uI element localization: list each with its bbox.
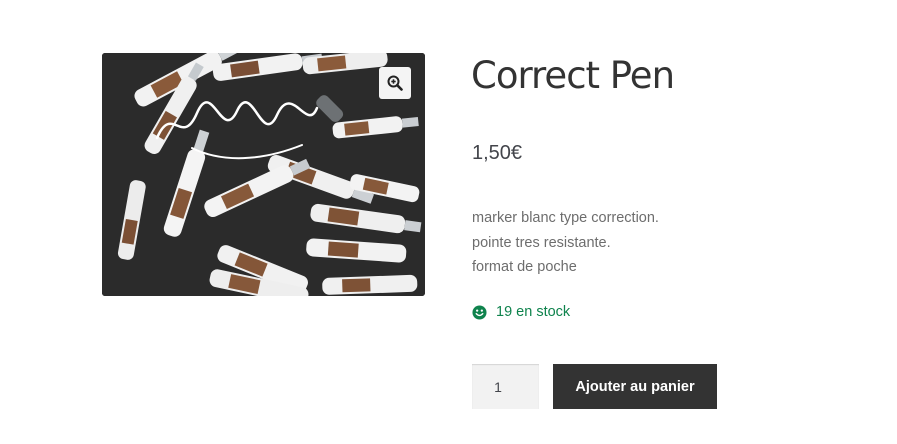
stock-text: 19 en stock (496, 304, 571, 320)
product-title: Correct Pen (471, 54, 675, 97)
magnifier-zoom-icon (387, 75, 403, 91)
quantity-input[interactable] (472, 364, 539, 409)
product-image[interactable] (102, 53, 425, 296)
product-description: marker blanc type correction. pointe tre… (472, 206, 659, 280)
stock-status: 19 en stock (472, 304, 570, 320)
description-line: pointe tres resistante. (472, 234, 611, 251)
description-line: marker blanc type correction. (472, 210, 659, 226)
zoom-button[interactable] (379, 67, 411, 99)
product-price: 1,50€ (472, 142, 523, 164)
add-to-cart-button[interactable]: Ajouter au panier (553, 364, 717, 409)
description-line: format de poche (472, 259, 577, 275)
smile-icon (472, 304, 487, 320)
